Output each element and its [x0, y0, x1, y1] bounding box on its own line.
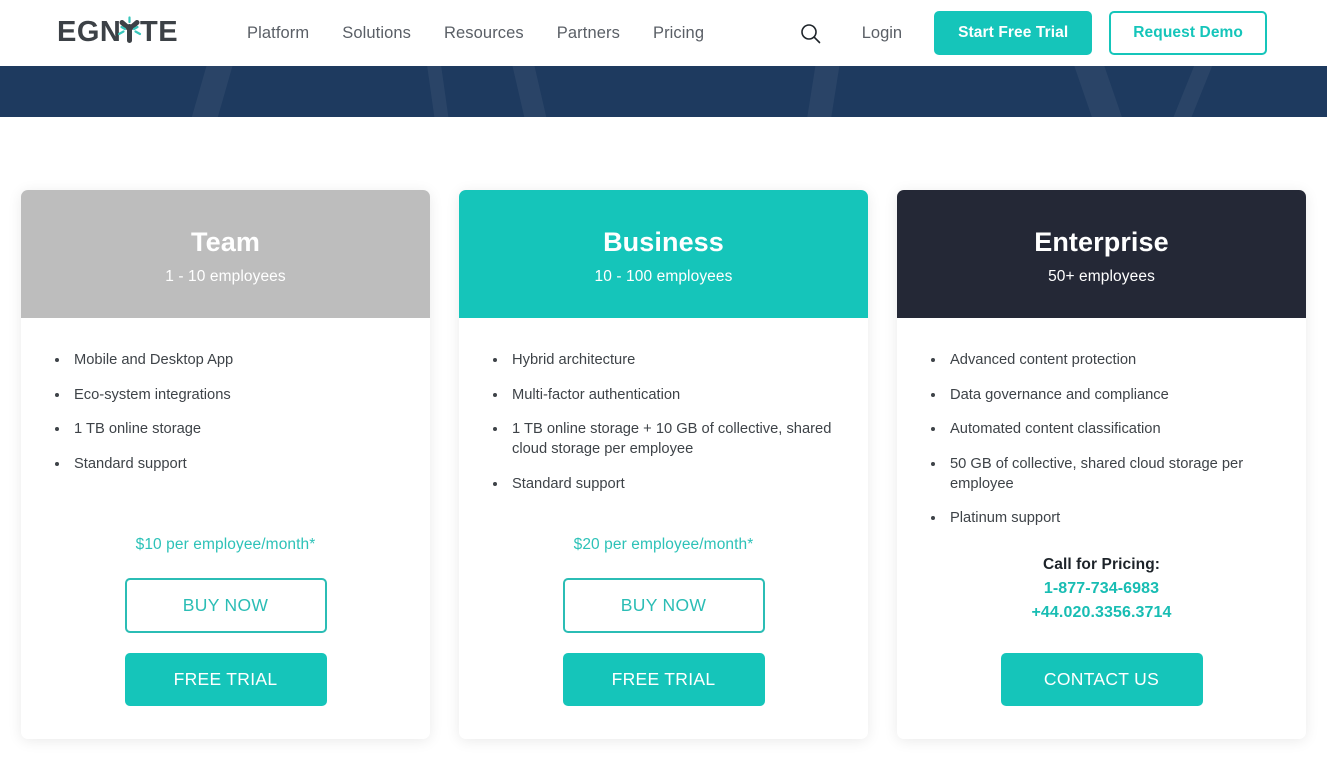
price-text: $20 per employee/month* — [573, 536, 754, 553]
plan-subtitle: 50+ employees — [1048, 267, 1155, 285]
free-trial-button-team[interactable]: FREE TRIAL — [124, 653, 327, 706]
request-demo-button[interactable]: Request Demo — [1109, 11, 1267, 55]
feature-item: 1 TB online storage + 10 GB of collectiv… — [490, 420, 837, 459]
banner-shape — [177, 66, 239, 117]
feature-item: 50 GB of collective, shared cloud storag… — [928, 455, 1275, 494]
nav-item-resources[interactable]: Resources — [444, 24, 524, 43]
price-text: $10 per employee/month* — [135, 536, 316, 553]
search-icon[interactable] — [794, 16, 828, 50]
egnyte-logo-mark: EGN TE — [57, 16, 178, 48]
svg-text:TE: TE — [140, 16, 178, 48]
site-header: EGN TE Platform Solutions Resources Part… — [0, 0, 1327, 66]
banner-shape — [800, 66, 844, 117]
feature-list-business: Hybrid architecture Multi-factor authent… — [490, 351, 837, 509]
banner-shape — [1062, 66, 1138, 117]
banner-shape — [422, 66, 452, 117]
feature-item: Standard support — [490, 475, 837, 495]
main-nav: Platform Solutions Resources Partners Pr… — [247, 24, 704, 43]
nav-item-solutions[interactable]: Solutions — [342, 24, 411, 43]
contact-us-button[interactable]: CONTACT US — [1000, 653, 1203, 706]
start-free-trial-button[interactable]: Start Free Trial — [934, 11, 1093, 55]
plan-card-enterprise: Enterprise 50+ employees Advanced conten… — [897, 190, 1306, 739]
plan-header-enterprise: Enterprise 50+ employees — [897, 190, 1306, 318]
feature-item: Data governance and compliance — [928, 386, 1275, 406]
header-actions: Login Start Free Trial Request Demo — [794, 11, 1267, 55]
hero-banner-strip — [0, 66, 1327, 117]
buy-now-button-business[interactable]: BUY NOW — [562, 578, 765, 633]
plan-footer-enterprise: Call for Pricing: 1-877-734-6983 +44.020… — [928, 556, 1275, 739]
feature-item: Automated content classification — [928, 420, 1275, 440]
plan-name: Enterprise — [1034, 227, 1169, 258]
feature-list-team: Mobile and Desktop App Eco-system integr… — [52, 351, 399, 490]
feature-item: Eco-system integrations — [52, 386, 399, 406]
feature-list-enterprise: Advanced content protection Data governa… — [928, 351, 1275, 544]
plan-name: Team — [191, 227, 260, 258]
plan-body-business: Hybrid architecture Multi-factor authent… — [459, 318, 868, 739]
feature-item: Standard support — [52, 455, 399, 475]
nav-item-platform[interactable]: Platform — [247, 24, 309, 43]
plan-body-team: Mobile and Desktop App Eco-system integr… — [21, 318, 430, 739]
call-for-pricing-label: Call for Pricing: — [1042, 556, 1161, 573]
feature-item: Hybrid architecture — [490, 351, 837, 371]
nav-item-partners[interactable]: Partners — [557, 24, 620, 43]
feature-item: Advanced content protection — [928, 351, 1275, 371]
free-trial-button-business[interactable]: FREE TRIAL — [562, 653, 765, 706]
egnyte-logo[interactable]: EGN TE — [57, 16, 207, 50]
feature-item: Mobile and Desktop App — [52, 351, 399, 371]
plan-body-enterprise: Advanced content protection Data governa… — [897, 318, 1306, 739]
buy-now-button-team[interactable]: BUY NOW — [124, 578, 327, 633]
plan-header-team: Team 1 - 10 employees — [21, 190, 430, 318]
nav-item-pricing[interactable]: Pricing — [653, 24, 704, 43]
plan-footer-team: $10 per employee/month* BUY NOW FREE TRI… — [52, 536, 399, 739]
feature-item: Platinum support — [928, 509, 1275, 529]
login-link[interactable]: Login — [862, 24, 902, 43]
plan-subtitle: 10 - 100 employees — [594, 267, 733, 285]
plan-footer-business: $20 per employee/month* BUY NOW FREE TRI… — [490, 536, 837, 739]
plan-header-business: Business 10 - 100 employees — [459, 190, 868, 318]
call-for-pricing-block: Call for Pricing: 1-877-734-6983 +44.020… — [928, 556, 1275, 622]
banner-shape — [1157, 66, 1221, 117]
svg-text:EGN: EGN — [57, 16, 121, 48]
plan-card-team: Team 1 - 10 employees Mobile and Desktop… — [21, 190, 430, 739]
feature-item: 1 TB online storage — [52, 420, 399, 440]
plan-card-business: Business 10 - 100 employees Hybrid archi… — [459, 190, 868, 739]
pricing-plans: Team 1 - 10 employees Mobile and Desktop… — [0, 117, 1327, 739]
banner-shape — [505, 66, 557, 117]
plan-name: Business — [603, 227, 724, 258]
phone-number-us[interactable]: 1-877-734-6983 — [928, 580, 1275, 598]
search-glyph — [801, 23, 821, 43]
feature-item: Multi-factor authentication — [490, 386, 837, 406]
plan-subtitle: 1 - 10 employees — [165, 267, 286, 285]
phone-number-uk[interactable]: +44.020.3356.3714 — [928, 604, 1275, 622]
